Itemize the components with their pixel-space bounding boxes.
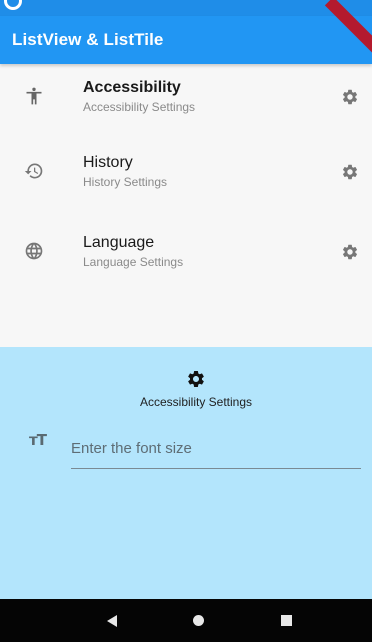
list-tile-history[interactable]: History History Settings bbox=[0, 139, 372, 209]
panel-heading: Accessibility Settings bbox=[139, 395, 253, 409]
settings-list: Accessibility Accessibility Settings His… bbox=[0, 64, 372, 347]
back-icon bbox=[107, 614, 117, 627]
home-icon bbox=[192, 615, 204, 626]
gear-icon[interactable] bbox=[341, 243, 359, 261]
globe-icon bbox=[24, 241, 44, 261]
home-button[interactable] bbox=[178, 599, 218, 642]
recent-apps-button[interactable] bbox=[266, 599, 306, 642]
tile-subtitle: History Settings bbox=[83, 175, 168, 189]
text-size-icon: ᴛT bbox=[29, 431, 47, 449]
tile-title: Language bbox=[83, 234, 155, 251]
system-nav-bar bbox=[0, 599, 372, 642]
font-size-input[interactable] bbox=[71, 429, 361, 469]
accessibility-settings-panel: Accessibility Settings ᴛT bbox=[0, 347, 372, 599]
status-icon bbox=[4, 0, 22, 10]
back-button[interactable] bbox=[92, 599, 132, 642]
history-icon bbox=[24, 161, 44, 181]
tile-title: History bbox=[83, 154, 133, 171]
tile-subtitle: Language Settings bbox=[83, 255, 184, 269]
tile-title: Accessibility bbox=[83, 79, 181, 96]
app-bar: ListView & ListTile bbox=[0, 0, 372, 64]
list-tile-language[interactable]: Language Language Settings bbox=[0, 219, 372, 289]
recent-apps-icon bbox=[280, 615, 292, 626]
list-tile-accessibility[interactable]: Accessibility Accessibility Settings bbox=[0, 64, 372, 134]
accessibility-icon bbox=[24, 86, 44, 106]
status-bar bbox=[0, 0, 372, 16]
gear-icon[interactable] bbox=[341, 88, 359, 106]
gear-icon bbox=[186, 369, 206, 389]
gear-icon[interactable] bbox=[341, 163, 359, 181]
tile-subtitle: Accessibility Settings bbox=[83, 100, 196, 114]
app-title: ListView & ListTile bbox=[12, 30, 164, 49]
